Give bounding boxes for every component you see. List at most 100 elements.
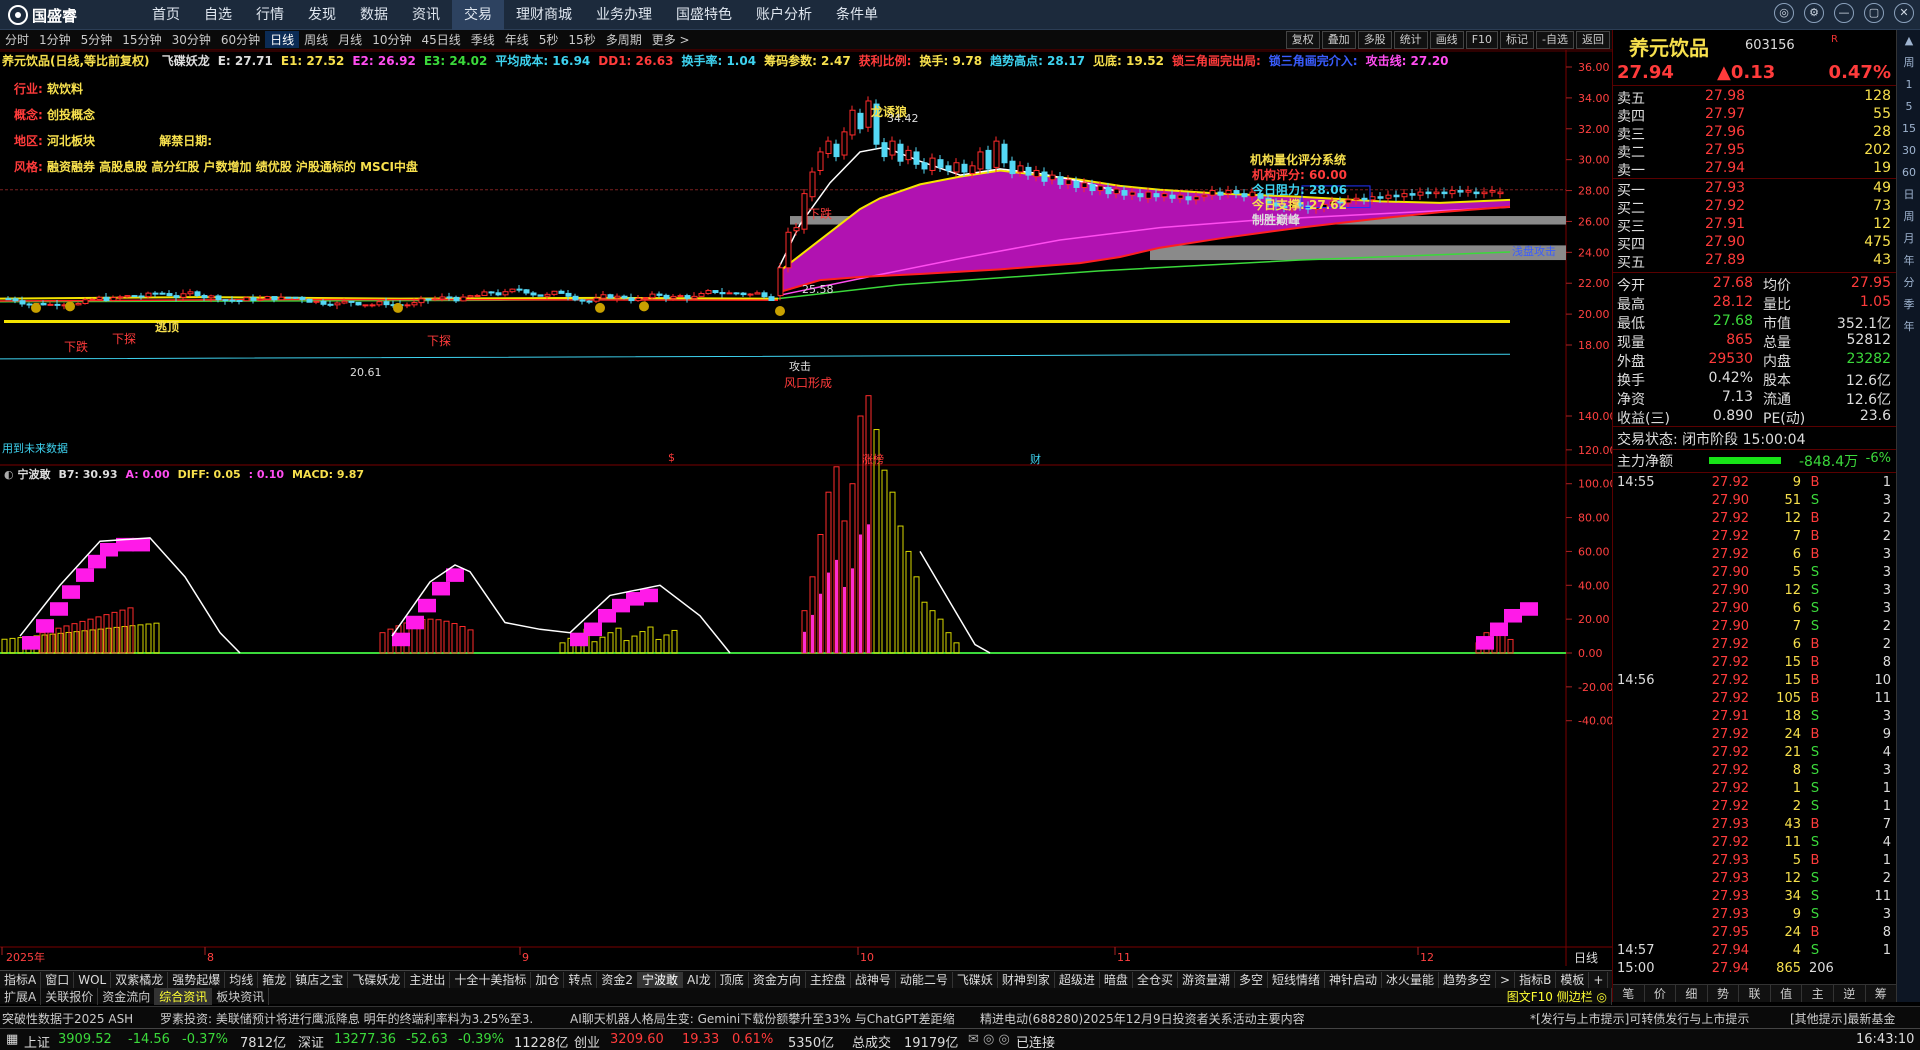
period-tab[interactable]: 30分钟	[167, 31, 216, 48]
menu-item[interactable]: 条件单	[824, 0, 890, 30]
window-control-icon[interactable]: ◎	[1774, 3, 1794, 23]
indicator-tab[interactable]: 短线情绪	[1268, 971, 1325, 988]
window-control-icon[interactable]: ✕	[1894, 3, 1914, 23]
quote-tab[interactable]: 逆	[1834, 985, 1866, 1002]
chart-tool-button[interactable]: 画线	[1429, 31, 1464, 49]
period-tab[interactable]: 5秒	[534, 31, 564, 48]
indicator-tab[interactable]: 加仓	[531, 971, 565, 988]
ask-row[interactable]: 卖二 27.95 202	[1613, 142, 1897, 161]
sidebar-period-button[interactable]: 周	[1897, 52, 1920, 74]
period-tab[interactable]: 季线	[466, 31, 500, 48]
info-tab[interactable]: 板块资讯	[212, 987, 270, 1005]
quote-tab[interactable]: 势	[1708, 985, 1740, 1002]
period-tab[interactable]: 年线	[500, 31, 534, 48]
menu-item[interactable]: 资讯	[400, 0, 452, 30]
indicator-tab[interactable]: 强势起爆	[168, 971, 226, 988]
indicator-tab[interactable]: WOL	[74, 971, 112, 988]
news-item[interactable]: 罗素投资: 美联储预计将进行鹰派降息 明年的终端利率料为3.25%至3.	[160, 1010, 533, 1027]
sidebar-period-button[interactable]: 30	[1897, 140, 1920, 162]
menu-item[interactable]: 账户分析	[744, 0, 824, 30]
period-tab[interactable]: 5分钟	[76, 31, 118, 48]
indicator-tab[interactable]: 窗口	[41, 971, 75, 988]
menu-item[interactable]: 数据	[348, 0, 400, 30]
sidebar-period-button[interactable]: 15	[1897, 118, 1920, 140]
bid-row[interactable]: 买四 27.90 475	[1613, 234, 1897, 253]
indicator-tab[interactable]: 主进出	[405, 971, 451, 988]
indicator-tab[interactable]: 战神号	[851, 971, 896, 988]
menu-item[interactable]: 首页	[140, 0, 192, 30]
ask-row[interactable]: 卖四 27.97 55	[1613, 106, 1897, 125]
window-control-icon[interactable]: ▢	[1864, 3, 1884, 23]
period-tab[interactable]: 周线	[299, 31, 333, 48]
indicator-tab[interactable]: 宁波敢	[638, 971, 684, 988]
indicator-tab[interactable]: 转点	[564, 971, 598, 988]
sidebar-period-button[interactable]: 5	[1897, 96, 1920, 118]
quote-tab[interactable]: 筹	[1866, 985, 1898, 1002]
sidebar-period-button[interactable]: 日	[1897, 184, 1920, 206]
indicator-tab[interactable]: 资金方向	[749, 971, 806, 988]
chart-tool-button[interactable]: 返回	[1576, 31, 1610, 49]
app-logo[interactable]: 国盛睿	[8, 4, 77, 26]
news-item[interactable]: 突破性数据于2025 ASH	[2, 1010, 133, 1027]
indicator-toggle-icon[interactable]: ◐	[4, 468, 14, 481]
chart-tool-button[interactable]: 多股	[1357, 31, 1392, 49]
indicator-tab[interactable]: AI龙	[683, 971, 716, 988]
indicator-tab[interactable]: 冰火量能	[1382, 971, 1440, 988]
chart-tool-button[interactable]: F10	[1465, 31, 1499, 49]
menu-item[interactable]: 自选	[192, 0, 244, 30]
indicator-tab[interactable]: 箍龙	[258, 971, 292, 988]
period-tab[interactable]: 分时	[0, 31, 34, 48]
info-tab[interactable]: 扩展A	[0, 987, 42, 1005]
ask-row[interactable]: 卖三 27.96 28	[1613, 124, 1897, 143]
tick-list[interactable]: 14:55 27.92 9 B 1 27.90 51 S 3 27.92 12 B 2 27.92 7 B 2 2…	[1613, 472, 1897, 982]
period-tab[interactable]: 1分钟	[34, 31, 76, 48]
indicator-tab[interactable]: >	[1496, 971, 1516, 988]
quote-tab[interactable]: 主	[1802, 985, 1834, 1002]
expand-icon[interactable]: ▦	[6, 1032, 18, 1047]
indicator-tab[interactable]: 指标A	[0, 971, 42, 988]
ask-row[interactable]: 卖五 27.98 128	[1613, 88, 1897, 107]
period-tab[interactable]: 60分钟	[216, 31, 265, 48]
news-item[interactable]: AI聊天机器人格局生变: Gemini下载份额攀升至33% 与ChatGPT差距…	[570, 1010, 955, 1027]
quote-tab[interactable]: 细	[1676, 985, 1708, 1002]
news-item[interactable]: [其他提示]最新基金	[1790, 1010, 1895, 1027]
indicator-tab[interactable]: 指标B	[1515, 971, 1557, 988]
period-tab[interactable]: 月线	[333, 31, 367, 48]
main-chart[interactable]: 18.00 20.00 22.00 24.00 26.00 28.00 30.00 32.00…	[0, 50, 1612, 966]
chart-tool-button[interactable]: 标记	[1500, 31, 1535, 49]
menu-item[interactable]: 发现	[296, 0, 348, 30]
indicator-tab[interactable]: 趋势多空	[1439, 971, 1497, 988]
sidebar-period-button[interactable]: 月	[1897, 228, 1920, 250]
menu-item[interactable]: 交易	[452, 0, 504, 30]
sidebar-period-button[interactable]: 周	[1897, 206, 1920, 228]
menu-item[interactable]: 业务办理	[584, 0, 664, 30]
quote-tab[interactable]: 联	[1739, 985, 1771, 1002]
sidebar-period-button[interactable]: 60	[1897, 162, 1920, 184]
sidebar-period-button[interactable]: 年	[1897, 316, 1920, 338]
indicator-tab[interactable]: 均线	[225, 971, 259, 988]
window-control-icon[interactable]: —	[1834, 3, 1854, 23]
sidebar-period-button[interactable]: 年	[1897, 250, 1920, 272]
indicator-tab[interactable]: 十全十美指标	[450, 971, 532, 988]
ask-row[interactable]: 卖一 27.94 19	[1613, 160, 1897, 179]
indicator-tab[interactable]: 资金2	[597, 971, 639, 988]
bid-row[interactable]: 买五 27.89 43	[1613, 252, 1897, 271]
indicator-tab[interactable]: 多空	[1235, 971, 1268, 988]
news-item[interactable]: *[发行与上市提示]可转债发行与上市提示	[1530, 1010, 1749, 1027]
indicator-tab[interactable]: 财神到家	[998, 971, 1055, 988]
quote-tab[interactable]: 值	[1771, 985, 1803, 1002]
indicator-tab[interactable]: 神针启动	[1325, 971, 1383, 988]
period-tab[interactable]: 45日线	[416, 31, 465, 48]
sidebar-period-button[interactable]: 分	[1897, 272, 1920, 294]
info-tab[interactable]: 关联报价	[41, 987, 99, 1005]
indicator-pane[interactable]	[0, 395, 1566, 654]
period-tab[interactable]: 15分钟	[117, 31, 166, 48]
bid-row[interactable]: 买二 27.92 73	[1613, 198, 1897, 217]
indicator-tab[interactable]: 主控盘	[806, 971, 851, 988]
period-tab[interactable]: 更多 >	[647, 31, 695, 48]
news-item[interactable]: 精进电动(688280)2025年12月9日投资者关系活动主要内容	[980, 1010, 1305, 1027]
period-tab[interactable]: 多周期	[601, 31, 647, 48]
message-icon[interactable]: ✉ ◎ ◎	[968, 1032, 1010, 1047]
period-tab[interactable]: 日线	[265, 31, 300, 48]
indicator-tab[interactable]: 全仓买	[1133, 971, 1178, 988]
